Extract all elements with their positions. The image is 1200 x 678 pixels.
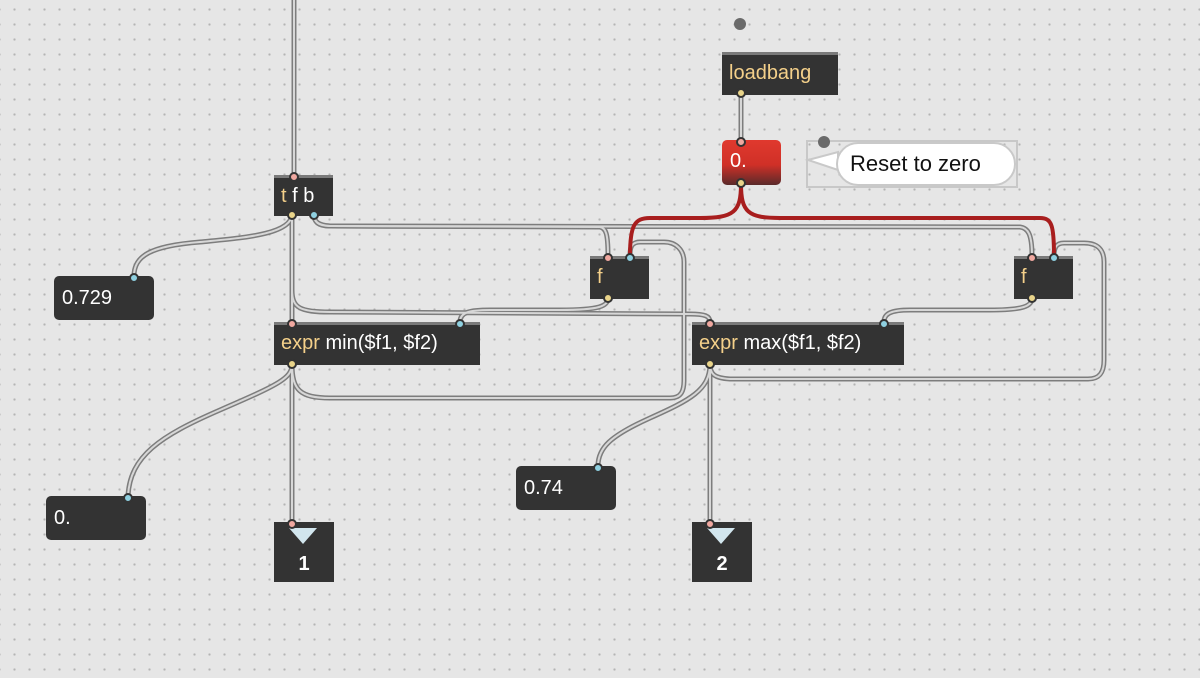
float-right-outlet[interactable] <box>1027 293 1037 303</box>
expr-min-inlet-1[interactable] <box>287 319 297 329</box>
outlet-2[interactable]: 2 <box>692 522 752 582</box>
min-number-value: 0. <box>54 507 71 529</box>
loadbang-class: loadbang <box>729 62 812 84</box>
expr-max-inlet-1[interactable] <box>705 319 715 329</box>
input-number-inlet[interactable] <box>129 273 139 283</box>
outlet-2-number: 2 <box>716 553 728 575</box>
reset-comment: Reset to zero <box>836 142 1016 186</box>
loadbang-bang-knob <box>734 18 746 30</box>
expr-max-object[interactable]: expr max($f1, $f2) <box>692 322 904 365</box>
trigger-inlet[interactable] <box>289 172 299 182</box>
outlet-1-number: 1 <box>298 553 310 575</box>
expr-max-outlet[interactable] <box>705 359 715 369</box>
message-outlet[interactable] <box>736 178 746 188</box>
trigger-object[interactable]: t f b <box>274 175 333 216</box>
outlet-triangle-icon <box>289 528 317 544</box>
patch-cords <box>125 0 1107 525</box>
float-object-right[interactable]: f <box>1014 256 1073 299</box>
input-number-value: 0.729 <box>62 287 113 309</box>
expr-min-args: min($f1, $f2) <box>325 332 438 354</box>
expr-max-args: max($f1, $f2) <box>743 332 862 354</box>
outlet-2-inlet[interactable] <box>705 519 715 529</box>
message-text: 0. <box>730 150 747 172</box>
trigger-args: f b <box>292 185 315 207</box>
max-number-value: 0.74 <box>524 477 563 499</box>
float-right-inlet-1[interactable] <box>1027 253 1037 263</box>
float-right-inlet-2[interactable] <box>1049 253 1059 263</box>
float-left-inlet-2[interactable] <box>625 253 635 263</box>
expr-max-class: expr <box>699 332 738 354</box>
message-inlet[interactable] <box>736 137 746 147</box>
input-number-box[interactable]: 0.729 <box>54 276 154 320</box>
float-object-left[interactable]: f <box>590 256 649 299</box>
loadbang-outlet[interactable] <box>736 88 746 98</box>
max-number-inlet[interactable] <box>593 463 603 473</box>
outlet-1[interactable]: 1 <box>274 522 334 582</box>
trigger-outlet-f[interactable] <box>287 210 297 220</box>
float-right-class: f <box>1021 266 1027 288</box>
reset-message-box[interactable]: 0. <box>722 140 781 185</box>
max-number-box[interactable]: 0.74 <box>516 466 616 510</box>
outlet-triangle-icon <box>707 528 735 544</box>
trigger-outlet-b[interactable] <box>309 210 319 220</box>
float-left-outlet[interactable] <box>603 293 613 303</box>
min-number-inlet[interactable] <box>123 493 133 503</box>
outlet-1-inlet[interactable] <box>287 519 297 529</box>
expr-min-inlet-2[interactable] <box>455 319 465 329</box>
expr-max-inlet-2[interactable] <box>879 319 889 329</box>
expr-min-object[interactable]: expr min($f1, $f2) <box>274 322 480 365</box>
float-left-inlet-1[interactable] <box>603 253 613 263</box>
trigger-class: t <box>281 185 287 207</box>
expr-min-outlet[interactable] <box>287 359 297 369</box>
min-number-box[interactable]: 0. <box>46 496 146 540</box>
float-left-class: f <box>597 266 603 288</box>
comment-knob <box>818 136 830 148</box>
expr-min-class: expr <box>281 332 320 354</box>
